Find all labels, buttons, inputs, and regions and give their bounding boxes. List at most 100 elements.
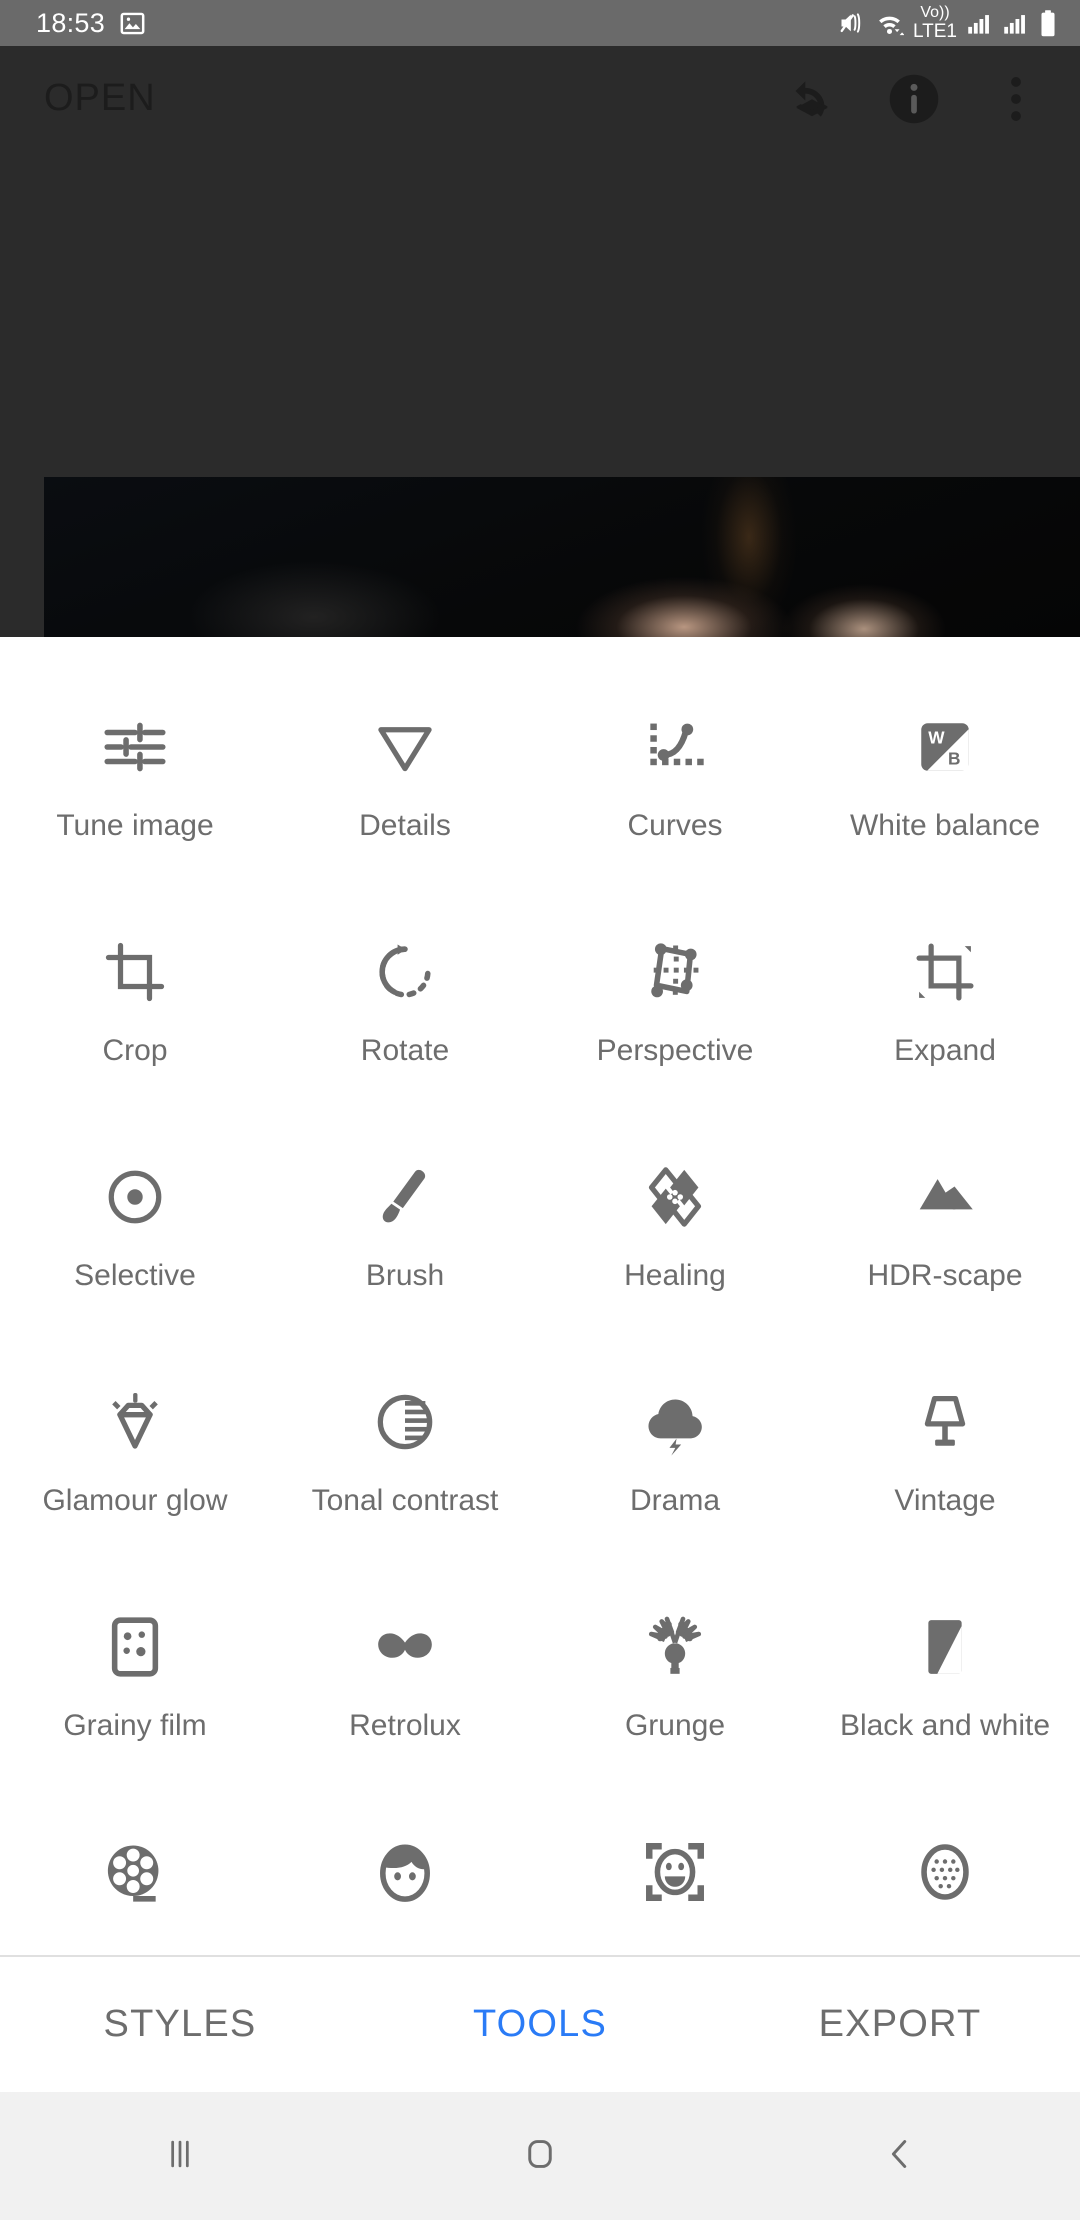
tools-grid: Tune image Details Curves W B White bala… xyxy=(0,637,1080,1955)
recents-icon xyxy=(158,2132,202,2181)
white-balance-icon: W B xyxy=(908,701,982,793)
tool-black-and-white[interactable]: Black and white xyxy=(810,1585,1080,1810)
portrait-head-icon xyxy=(368,1826,442,1918)
edit-stack-icon[interactable] xyxy=(770,57,854,141)
back-button[interactable] xyxy=(720,2132,1080,2181)
system-nav-bar xyxy=(0,2092,1080,2220)
tools-panel: Tune image Details Curves W B White bala… xyxy=(0,637,1080,1955)
tool-label: Drama xyxy=(629,1484,720,1517)
tool-label: Tune image xyxy=(56,809,214,842)
tool-label: Glamour glow xyxy=(42,1484,228,1517)
tool-label: Grunge xyxy=(624,1709,726,1742)
tool-portrait[interactable] xyxy=(270,1810,540,1955)
tool-label: Brush xyxy=(365,1259,445,1292)
retrolux-mustache-icon xyxy=(368,1601,442,1693)
bottom-tab-bar: STYLES TOOLS EXPORT xyxy=(0,1955,1080,2092)
network-label: LTE1 xyxy=(912,21,957,42)
app-bar-actions xyxy=(770,57,1058,141)
perspective-icon xyxy=(638,926,712,1018)
status-bar-right: Vo)) LTE1 xyxy=(838,5,1058,41)
film-reel-icon xyxy=(98,1826,172,1918)
tool-grunge[interactable]: Grunge xyxy=(540,1585,810,1810)
tool-label: Black and white xyxy=(839,1709,1051,1742)
app-bar: OPEN xyxy=(0,46,1080,151)
edited-photo-preview[interactable] xyxy=(44,477,1080,637)
tool-label: Grainy film xyxy=(63,1709,207,1742)
status-bar: 18:53 Vo)) LTE1 xyxy=(0,0,1080,46)
tool-white-balance[interactable]: W B White balance xyxy=(810,685,1080,910)
tool-label: Details xyxy=(359,809,451,842)
volte-label: Vo)) xyxy=(920,4,950,21)
tune-sliders-icon xyxy=(98,701,172,793)
volte-lte1-icon: Vo)) LTE1 xyxy=(912,4,957,42)
tool-details[interactable]: Details xyxy=(270,685,540,910)
tool-expand[interactable]: Expand xyxy=(810,910,1080,1135)
tool-label: White balance xyxy=(849,809,1041,842)
signal-bars-sim1-icon xyxy=(966,10,993,37)
tool-head-pose[interactable] xyxy=(540,1810,810,1955)
tool-glamour-glow[interactable]: Glamour glow xyxy=(0,1360,270,1585)
recents-button[interactable] xyxy=(0,2132,360,2181)
image-icon xyxy=(119,10,146,37)
tab-export[interactable]: EXPORT xyxy=(720,2003,1080,2046)
tool-label: Rotate xyxy=(360,1034,450,1067)
status-clock: 18:53 xyxy=(36,7,106,38)
tool-healing[interactable]: Healing xyxy=(540,1135,810,1360)
tool-curves[interactable]: Curves xyxy=(540,685,810,910)
black-and-white-icon xyxy=(908,1601,982,1693)
tool-drama[interactable]: Drama xyxy=(540,1360,810,1585)
editor-area: OPEN xyxy=(0,46,1080,637)
overflow-menu-icon[interactable] xyxy=(974,57,1058,141)
tool-brush[interactable]: Brush xyxy=(270,1135,540,1360)
mute-vibrate-icon xyxy=(838,9,866,37)
wifi-icon xyxy=(875,9,904,38)
lens-blur-icon xyxy=(908,1826,982,1918)
tool-noir[interactable] xyxy=(0,1810,270,1955)
tool-label: Perspective xyxy=(596,1034,754,1067)
tool-selective[interactable]: Selective xyxy=(0,1135,270,1360)
status-bar-left: 18:53 xyxy=(36,7,146,38)
tool-label: Vintage xyxy=(894,1484,996,1517)
open-button[interactable]: OPEN xyxy=(44,77,156,120)
tab-styles[interactable]: STYLES xyxy=(0,2003,360,2046)
drama-cloud-icon xyxy=(638,1376,712,1468)
vintage-lamp-icon xyxy=(908,1376,982,1468)
svg-text:B: B xyxy=(948,748,960,768)
tool-tonal-contrast[interactable]: Tonal contrast xyxy=(270,1360,540,1585)
svg-text:W: W xyxy=(928,728,945,748)
tool-rotate[interactable]: Rotate xyxy=(270,910,540,1135)
tab-tools[interactable]: TOOLS xyxy=(360,2003,720,2046)
tool-label: Curves xyxy=(627,809,723,842)
grainy-film-icon xyxy=(98,1601,172,1693)
tool-label: HDR-scape xyxy=(867,1259,1023,1292)
expand-icon xyxy=(908,926,982,1018)
brush-icon xyxy=(368,1151,442,1243)
tool-lens-blur[interactable] xyxy=(810,1810,1080,1955)
signal-bars-sim2-icon xyxy=(1002,10,1029,37)
tool-hdr-scape[interactable]: HDR-scape xyxy=(810,1135,1080,1360)
tool-label: Crop xyxy=(102,1034,168,1067)
healing-icon xyxy=(638,1151,712,1243)
tool-tune-image[interactable]: Tune image xyxy=(0,685,270,910)
tool-grainy-film[interactable]: Grainy film xyxy=(0,1585,270,1810)
head-pose-icon xyxy=(638,1826,712,1918)
tonal-contrast-icon xyxy=(368,1376,442,1468)
tool-crop[interactable]: Crop xyxy=(0,910,270,1135)
tool-label: Expand xyxy=(894,1034,996,1067)
battery-icon xyxy=(1038,9,1058,38)
tool-retrolux[interactable]: Retrolux xyxy=(270,1585,540,1810)
crop-icon xyxy=(98,926,172,1018)
rotate-icon xyxy=(368,926,442,1018)
tool-label: Tonal contrast xyxy=(311,1484,499,1517)
info-icon[interactable] xyxy=(872,57,956,141)
tool-label: Selective xyxy=(74,1259,196,1292)
tool-vintage[interactable]: Vintage xyxy=(810,1360,1080,1585)
back-chevron-icon xyxy=(878,2132,922,2181)
home-icon xyxy=(518,2132,562,2181)
tool-label: Healing xyxy=(624,1259,726,1292)
tool-perspective[interactable]: Perspective xyxy=(540,910,810,1135)
glamour-glow-icon xyxy=(98,1376,172,1468)
selective-icon xyxy=(98,1151,172,1243)
details-triangle-icon xyxy=(368,701,442,793)
home-button[interactable] xyxy=(360,2132,720,2181)
